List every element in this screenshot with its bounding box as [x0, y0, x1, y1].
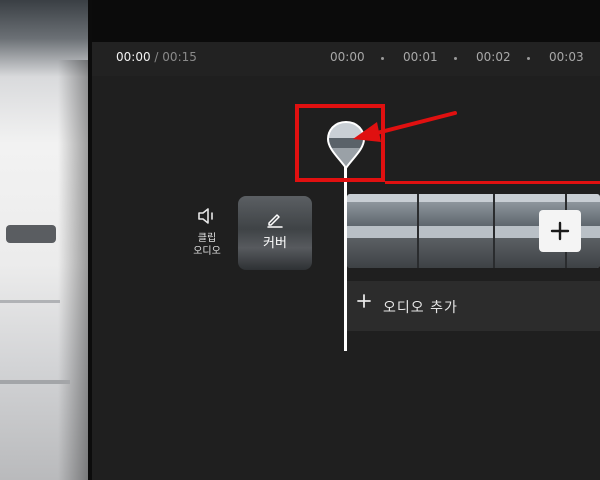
clip-audio-button[interactable]: 클립 오디오 — [186, 204, 228, 258]
plus-icon — [550, 221, 570, 241]
ruler-tick-label: 00:01 — [403, 50, 438, 64]
current-time: 00:00 — [116, 50, 151, 64]
video-preview — [0, 0, 88, 480]
clip-audio-label-line2: 오디오 — [193, 246, 221, 257]
annotation-arrow-icon — [353, 111, 457, 142]
clip-audio-label-line1: 클립 — [197, 233, 217, 244]
preview-detail — [0, 300, 60, 303]
preview-shading — [58, 60, 88, 480]
ruler-tick-label: 00:02 — [476, 50, 511, 64]
ruler-dot — [527, 57, 530, 60]
add-audio-label: 오디오 추가 — [383, 300, 458, 316]
add-audio-track[interactable]: 오디오 추가 — [347, 281, 600, 331]
cover-label: 커버 — [263, 236, 287, 251]
clip-frame — [419, 194, 495, 268]
preview-detail — [0, 380, 70, 384]
timeline-header: 00:00 / 00:15 00:00 00:01 00:02 00:03 — [92, 42, 600, 76]
pencil-icon — [267, 214, 283, 228]
ruler-tick-label: 00:00 — [330, 50, 365, 64]
time-ruler[interactable]: 00:00 00:01 00:02 00:03 — [330, 50, 600, 66]
ruler-dot — [381, 57, 384, 60]
plus-icon — [357, 294, 371, 308]
ruler-tick-label: 00:03 — [549, 50, 584, 64]
total-duration: 00:15 — [162, 50, 197, 64]
timecode-separator: / — [154, 50, 159, 64]
timecode-display: 00:00 / 00:15 — [116, 50, 197, 64]
speaker-icon — [198, 208, 213, 224]
clip-frame — [347, 194, 419, 268]
add-clip-button[interactable] — [539, 210, 581, 252]
ruler-dot — [454, 57, 457, 60]
cover-button[interactable]: 커버 — [238, 196, 312, 270]
preview-car-handle — [6, 225, 56, 243]
annotation-line — [385, 181, 600, 184]
top-bar — [92, 0, 600, 42]
